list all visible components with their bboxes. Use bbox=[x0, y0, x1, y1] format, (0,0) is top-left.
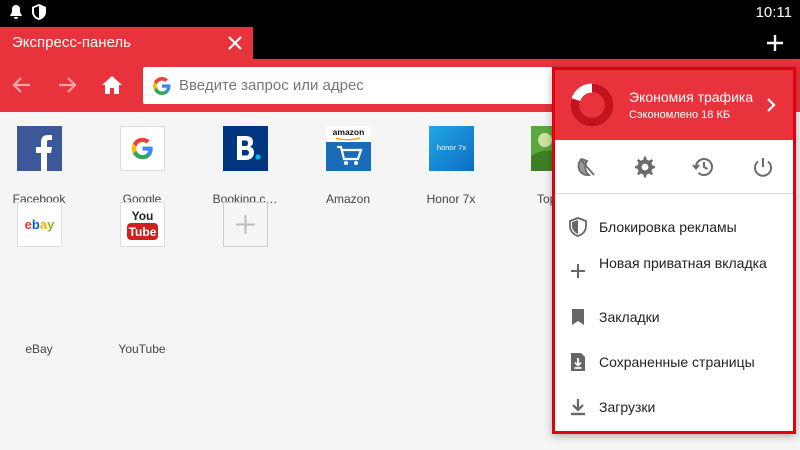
notification-icon bbox=[10, 5, 22, 19]
tile-label: Amazon bbox=[325, 192, 371, 206]
menu-item-downloads[interactable]: Загрузки bbox=[555, 387, 793, 427]
plus-icon[interactable] bbox=[764, 32, 786, 54]
night-mode-icon[interactable] bbox=[575, 155, 599, 179]
tab-strip: Экспресс-панель bbox=[0, 27, 800, 59]
menu-item-label: Сохраненные страницы bbox=[599, 354, 755, 370]
forward-arrow-icon[interactable] bbox=[55, 73, 79, 97]
bookmark-icon bbox=[572, 309, 584, 325]
tile-label: Honor 7x bbox=[426, 192, 476, 206]
menu-item-label: Закладки bbox=[599, 309, 660, 325]
youtube-icon: You Tube bbox=[120, 202, 165, 247]
tab-speed-dial[interactable]: Экспресс-панель bbox=[0, 27, 253, 59]
shield-icon bbox=[32, 4, 46, 20]
tab-title: Экспресс-панель bbox=[12, 34, 131, 51]
amazon-logo-text: amazon bbox=[333, 127, 365, 137]
google-icon bbox=[153, 77, 171, 95]
shield-icon bbox=[569, 217, 587, 237]
home-icon[interactable] bbox=[100, 73, 124, 97]
menu-quick-actions bbox=[555, 140, 793, 194]
add-tile-icon bbox=[223, 202, 268, 247]
close-icon[interactable] bbox=[225, 33, 245, 53]
ebay-icon: ebay bbox=[17, 202, 62, 247]
data-savings-icon bbox=[570, 83, 614, 127]
amazon-icon: amazon bbox=[326, 126, 371, 171]
address-bar[interactable] bbox=[143, 67, 563, 104]
booking-icon bbox=[223, 126, 268, 171]
menu-item-label: Блокировка рекламы bbox=[599, 219, 737, 235]
menu-item-bookmarks[interactable]: Закладки bbox=[555, 297, 793, 337]
honor-logo-text: honor 7x bbox=[437, 143, 466, 152]
facebook-icon bbox=[17, 126, 62, 171]
power-icon[interactable] bbox=[751, 155, 775, 179]
ebay-logo-text: ebay bbox=[25, 217, 55, 232]
tile-label: eBay bbox=[25, 342, 53, 356]
overflow-menu: Экономия трафика Сэкономлено 18 КБ Блоки… bbox=[552, 67, 796, 434]
plus-icon bbox=[571, 264, 585, 278]
download-icon bbox=[571, 399, 585, 416]
data-savings-subtitle: Сэкономлено 18 КБ bbox=[629, 109, 731, 121]
menu-item-label: Загрузки bbox=[599, 399, 656, 415]
chevron-right-icon bbox=[767, 98, 776, 112]
back-arrow-icon[interactable] bbox=[10, 73, 34, 97]
tile-label: YouTube bbox=[118, 342, 166, 356]
menu-item-ad-blocking[interactable]: Блокировка рекламы bbox=[555, 207, 793, 247]
youtube-logo-you: You bbox=[132, 209, 154, 223]
settings-icon[interactable] bbox=[633, 155, 657, 179]
history-icon[interactable] bbox=[692, 155, 716, 179]
google-icon bbox=[120, 126, 165, 171]
data-savings-title: Экономия трафика bbox=[629, 89, 754, 105]
menu-item-label: Новая приватная вкладка bbox=[599, 255, 767, 271]
address-input[interactable] bbox=[179, 67, 549, 104]
clock: 10:11 bbox=[755, 4, 792, 21]
status-bar: 10:11 bbox=[0, 0, 800, 27]
menu-item-saved-pages[interactable]: Сохраненные страницы bbox=[555, 342, 793, 382]
honor-icon: honor 7x bbox=[429, 126, 474, 171]
saved-page-icon bbox=[571, 353, 585, 371]
menu-item-private-tab[interactable]: Новая приватная вкладка bbox=[555, 250, 793, 294]
data-savings-panel[interactable]: Экономия трафика Сэкономлено 18 КБ bbox=[555, 70, 793, 140]
youtube-logo-tube: Tube bbox=[129, 225, 157, 239]
